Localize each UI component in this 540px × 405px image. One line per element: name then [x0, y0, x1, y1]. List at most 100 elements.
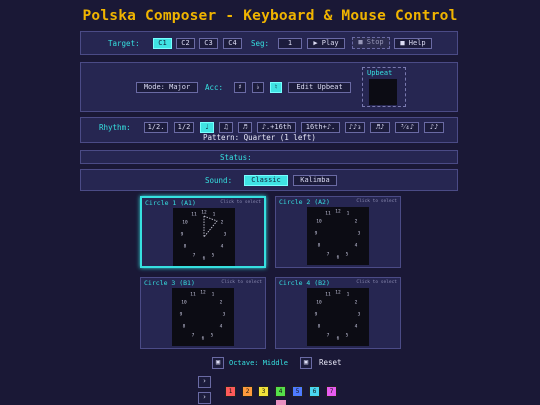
dial-number: 11 — [190, 292, 196, 298]
dial-number: 2 — [220, 220, 224, 226]
dial-number: 11 — [191, 212, 197, 218]
dial-number: 4 — [354, 243, 358, 249]
stop-button[interactable]: ■ Stop — [352, 37, 390, 49]
target-c1-button[interactable]: C1 — [153, 38, 172, 49]
octave-down-button[interactable]: ▣ — [212, 357, 224, 369]
dial-number: 6 — [336, 336, 340, 342]
sound-panel: Sound: Classic Kalimba — [80, 169, 458, 191]
rhythm-dotted-eighth-sixteenth-button[interactable]: ♪.+16th — [257, 122, 296, 133]
dial-number: 5 — [210, 333, 214, 339]
scroll-down-button[interactable]: › — [198, 392, 211, 404]
dial-number: 6 — [201, 336, 205, 342]
rhythm-sixteenth-dotted-eighth-button[interactable]: 16th+♪. — [301, 122, 340, 133]
dial-number: 2 — [354, 300, 358, 306]
dial-number: 2 — [354, 219, 358, 225]
dial-number: 7 — [326, 333, 330, 339]
mode-button[interactable]: Mode: Major — [136, 82, 198, 93]
sound-kalimba-button[interactable]: Kalimba — [293, 175, 337, 186]
upbeat-canvas[interactable] — [369, 79, 397, 105]
rhythm-quarter-button[interactable]: ♩ — [200, 122, 214, 133]
dial-number: 12 — [335, 290, 341, 296]
dial-number: 6 — [336, 255, 340, 261]
rhythm-pattern-a-button[interactable]: ♬♪ — [370, 122, 390, 133]
note-1-button[interactable]: 1 — [225, 386, 236, 397]
upbeat-box[interactable]: Upbeat — [362, 67, 406, 107]
circle-4-panel[interactable]: Circle 4 (B2) Click to select 12 1 2 3 4 5 6 7 8… — [275, 277, 401, 349]
rhythm-half-button[interactable]: 1/2 — [174, 122, 194, 133]
dial-number: 3 — [357, 231, 361, 237]
circle-3-panel[interactable]: Circle 3 (B1) Click to select 12 1 2 3 4 5 6 7 8… — [140, 277, 266, 349]
target-c4-button[interactable]: C4 — [223, 38, 242, 49]
note-2-button[interactable]: 2 — [242, 386, 253, 397]
acc-flat-button[interactable]: ♭ — [252, 82, 264, 93]
sound-classic-button[interactable]: Classic — [244, 175, 288, 186]
dial-number: 5 — [211, 253, 215, 259]
target-panel: Target: C1 C2 C3 C4 Seg: 1 ▶ Play ■ Stop… — [80, 31, 458, 55]
circle-title: Circle 2 (A2) — [279, 198, 330, 206]
reset-button[interactable]: Reset — [319, 358, 342, 367]
circle-title: Circle 4 (B2) — [279, 279, 330, 287]
dial-number: 6 — [202, 256, 206, 262]
note-6-button[interactable]: 6 — [309, 386, 320, 397]
dial-number: 9 — [314, 312, 318, 318]
circle-hint: Click to select — [220, 200, 261, 205]
dial-number: 9 — [180, 232, 184, 238]
dial-number: 2 — [219, 300, 223, 306]
target-c3-button[interactable]: C3 — [199, 38, 218, 49]
circle-1-panel[interactable]: Circle 1 (A1) Click to select 12 1 2 3 4 5 6 7 8… — [140, 196, 266, 268]
note-5-button[interactable]: 5 — [292, 386, 303, 397]
dial-number: 1 — [346, 211, 350, 217]
dial-number: 1 — [211, 292, 215, 298]
octave-up-button[interactable]: ▣ — [300, 357, 312, 369]
dial-number: 5 — [345, 333, 349, 339]
rhythm-eighths-button[interactable]: ♫ — [219, 122, 233, 133]
circle-hint: Click to select — [221, 280, 262, 285]
dial-number: 7 — [191, 333, 195, 339]
dial-number: 1 — [212, 212, 216, 218]
circle-dial[interactable]: 12 1 2 3 4 5 6 7 8 9 10 11 — [307, 288, 369, 346]
rhythm-sixteenths-button[interactable]: ♬ — [238, 122, 252, 133]
rhythm-pattern-b-button[interactable]: ³⁄₄♪ — [395, 122, 419, 133]
circle-dial[interactable]: 12 1 2 3 4 5 6 7 8 9 10 11 — [307, 207, 369, 265]
help-button[interactable]: ■ Help — [394, 38, 432, 49]
status-panel: Status: — [80, 150, 458, 164]
seg-input[interactable]: 1 — [278, 38, 302, 49]
note-7-button[interactable]: 7 — [326, 386, 337, 397]
target-label: Target: — [108, 39, 140, 48]
circle-title: Circle 1 (A1) — [145, 199, 196, 207]
edit-upbeat-button[interactable]: Edit Upbeat — [288, 82, 351, 93]
page-title: Polska Composer - Keyboard & Mouse Contr… — [82, 8, 458, 24]
note-4-button[interactable]: 4 — [275, 386, 286, 397]
dial-number: 4 — [354, 324, 358, 330]
circle-hint: Click to select — [356, 280, 397, 285]
dial-number: 3 — [223, 232, 227, 238]
rhythm-label: Rhythm: — [99, 123, 131, 132]
dial-number: 9 — [179, 312, 183, 318]
play-button[interactable]: ▶ Play — [307, 38, 345, 49]
circle-title: Circle 3 (B1) — [144, 279, 195, 287]
acc-natural-button[interactable]: ♮ — [270, 82, 282, 93]
scroll-up-button[interactable]: › — [198, 376, 211, 388]
upbeat-title: Upbeat — [367, 69, 393, 77]
target-c2-button[interactable]: C2 — [176, 38, 195, 49]
circle-2-panel[interactable]: Circle 2 (A2) Click to select 12 1 2 3 4 5 6 7 8… — [275, 196, 401, 268]
circle-dial[interactable]: 12 1 2 3 4 5 6 7 8 9 10 11 — [172, 288, 234, 346]
dial-number: 5 — [345, 252, 349, 258]
dial-number: 10 — [316, 219, 322, 225]
dial-number: 7 — [326, 252, 330, 258]
rhythm-panel: Rhythm: 1/2. 1/2 ♩ ♫ ♬ ♪.+16th 16th+♪. ♪… — [80, 117, 458, 143]
dial-number: 8 — [183, 244, 187, 250]
dial-number: 12 — [201, 210, 207, 216]
circle-dial[interactable]: 12 1 2 3 4 5 6 7 8 9 10 11 — [173, 208, 235, 266]
circle-hint: Click to select — [356, 199, 397, 204]
dial-number: 12 — [335, 209, 341, 215]
dial-number: 12 — [200, 290, 206, 296]
note-3-button[interactable]: 3 — [258, 386, 269, 397]
rhythm-dotted-half-button[interactable]: 1/2. — [144, 122, 168, 133]
note-extra-swatch[interactable] — [276, 400, 286, 405]
dial-number: 11 — [325, 292, 331, 298]
rhythm-pattern-c-button[interactable]: ♪♪ — [424, 122, 444, 133]
rhythm-triplet-button[interactable]: ♪♪₃ — [345, 122, 365, 133]
dial-number: 4 — [219, 324, 223, 330]
acc-sharp-button[interactable]: ♯ — [234, 82, 246, 93]
